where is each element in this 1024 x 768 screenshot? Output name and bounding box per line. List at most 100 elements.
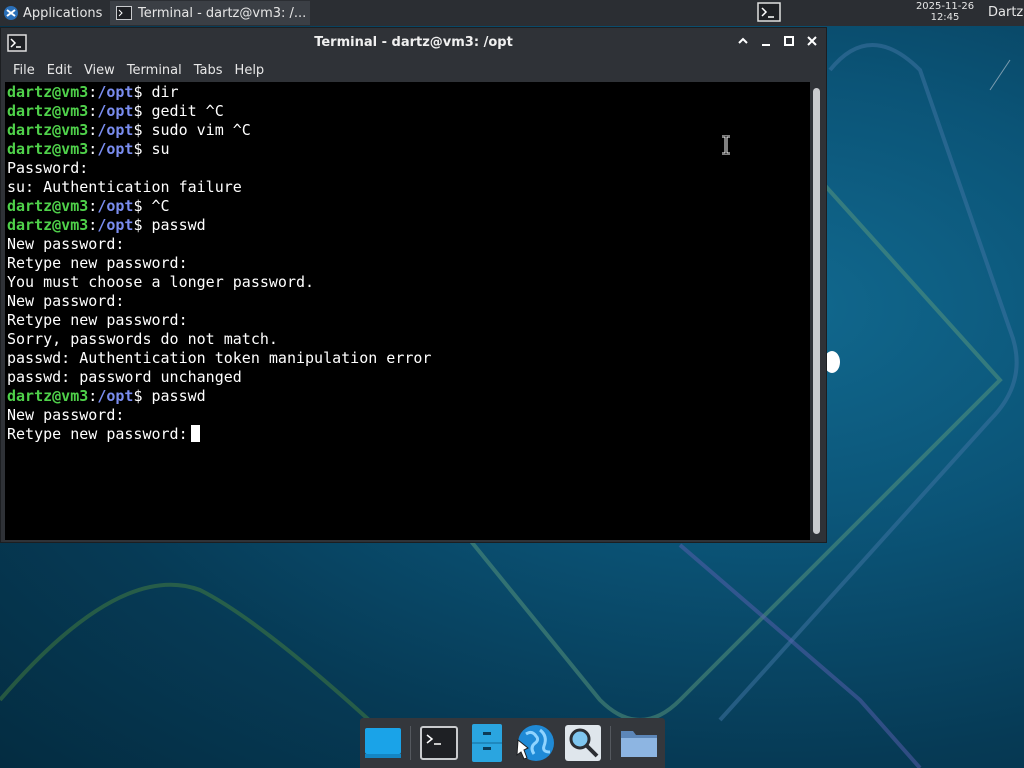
output-text: passwd: password unchanged [7,368,242,386]
prompt-separator: : [88,121,98,139]
clock[interactable]: 2025-11-26 12:45 [905,1,985,25]
dock-file-manager-button[interactable] [466,722,508,764]
output-text: You must choose a longer password. [7,273,315,291]
applications-menu-button[interactable]: Applications [0,0,108,26]
prompt-separator: : [88,102,98,120]
terminal-output-line: Sorry, passwords do not match. [7,330,431,349]
prompt-user: dartz@vm3 [7,83,89,101]
xfce-logo-icon [4,6,18,20]
clock-time: 12:45 [930,12,960,23]
terminal-command-line: dartz@vm3:/opt$ su [7,140,431,159]
prompt-path: /opt [97,387,134,405]
prompt-user: dartz@vm3 [7,102,89,120]
command-text: passwd [151,216,206,234]
dock-web-browser-button[interactable] [514,722,556,764]
prompt-separator: : [88,83,98,101]
prompt-user: dartz@vm3 [7,387,89,405]
minimize-button[interactable] [756,33,776,53]
prompt-symbol: $ [133,387,152,405]
menu-help[interactable]: Help [229,63,271,78]
terminal-output[interactable]: dartz@vm3:/opt$ dir dartz@vm3:/opt$ gedit… [5,82,810,540]
terminal-output-line: New password: [7,235,431,254]
close-button[interactable] [802,33,822,53]
command-text: sudo vim ^C [151,121,251,139]
terminal-cursor [190,425,200,442]
output-text: Sorry, passwords do not match. [7,330,278,348]
output-text: Password: [7,159,89,177]
close-icon [807,36,817,46]
prompt-path: /opt [97,121,134,139]
prompt-path: /opt [97,216,134,234]
user-menu-button[interactable]: Dartz [988,0,1023,26]
prompt-user: dartz@vm3 [7,140,89,158]
applications-label: Applications [23,5,103,21]
terminal-output-line: Retype new password: [7,425,431,444]
clock-date: 2025-11-26 [915,1,975,12]
dock-folder-button[interactable] [618,722,660,764]
window-title: Terminal - dartz@vm3: /opt [314,35,513,50]
output-text: Retype new password: [7,425,188,443]
dock-terminal-button[interactable] [418,722,460,764]
prompt-symbol: $ [133,121,152,139]
prompt-symbol: $ [133,140,152,158]
prompt-path: /opt [97,140,134,158]
output-text: su: Authentication failure [7,178,242,196]
command-text: dir [151,83,179,101]
dock-separator [410,726,411,760]
terminal-command-line: dartz@vm3:/opt$ passwd [7,216,431,235]
terminal-output-line: passwd: Authentication token manipulatio… [7,349,431,368]
prompt-separator: : [88,140,98,158]
terminal-icon [420,726,458,760]
menu-edit[interactable]: Edit [41,63,78,78]
dock [360,718,665,768]
launcher-terminal-button[interactable] [756,1,782,23]
maximize-button[interactable] [779,33,799,53]
terminal-command-line: dartz@vm3:/opt$ passwd [7,387,431,406]
terminal-window: Terminal - dartz@vm3: /opt File Edit Vie… [0,27,827,543]
window-titlebar[interactable]: Terminal - dartz@vm3: /opt [1,28,826,58]
dock-app-finder-button[interactable] [562,722,604,764]
terminal-command-line: dartz@vm3:/opt$ dir [7,83,431,102]
prompt-symbol: $ [133,216,152,234]
menu-file[interactable]: File [7,63,41,78]
output-text: Retype new password: [7,311,188,329]
web-browser-icon [516,725,554,761]
prompt-path: /opt [97,83,134,101]
command-text: su [151,140,170,158]
app-finder-icon [565,725,601,761]
terminal-small-icon [116,6,132,20]
terminal-scrollbar[interactable] [810,82,824,540]
show-desktop-button[interactable] [362,722,404,764]
prompt-user: dartz@vm3 [7,197,89,215]
terminal-output-line: Password: [7,159,431,178]
terminal-command-line: dartz@vm3:/opt$ sudo vim ^C [7,121,431,140]
folder-icon [621,731,657,757]
show-desktop-icon [365,728,401,758]
prompt-user: dartz@vm3 [7,121,89,139]
menu-terminal[interactable]: Terminal [121,63,188,78]
terminal-output-line: passwd: password unchanged [7,368,431,387]
output-text: New password: [7,235,125,253]
shade-button[interactable] [733,33,753,53]
output-text: New password: [7,292,125,310]
terminal-command-line: dartz@vm3:/opt$ gedit ^C [7,102,431,121]
output-text: New password: [7,406,125,424]
taskbar-terminal-button[interactable]: Terminal - dartz@vm3: /... [110,1,310,25]
output-text: passwd: Authentication token manipulatio… [7,349,432,367]
taskbar-terminal-label: Terminal - dartz@vm3: /... [138,5,307,21]
command-text: gedit ^C [151,102,224,120]
terminal-launcher-icon [757,2,781,22]
prompt-separator: : [88,216,98,234]
terminal-output-line: Retype new password: [7,311,431,330]
scrollbar-thumb[interactable] [813,88,820,534]
output-text: Retype new password: [7,254,188,272]
menu-view[interactable]: View [78,63,121,78]
top-panel: Applications Terminal - dartz@vm3: /... … [0,0,1024,26]
menu-tabs[interactable]: Tabs [188,63,229,78]
chevron-up-icon [738,37,748,44]
command-text: ^C [151,197,170,215]
maximize-icon [784,36,794,46]
prompt-path: /opt [97,197,134,215]
terminal-output-line: You must choose a longer password. [7,273,431,292]
prompt-path: /opt [97,102,134,120]
